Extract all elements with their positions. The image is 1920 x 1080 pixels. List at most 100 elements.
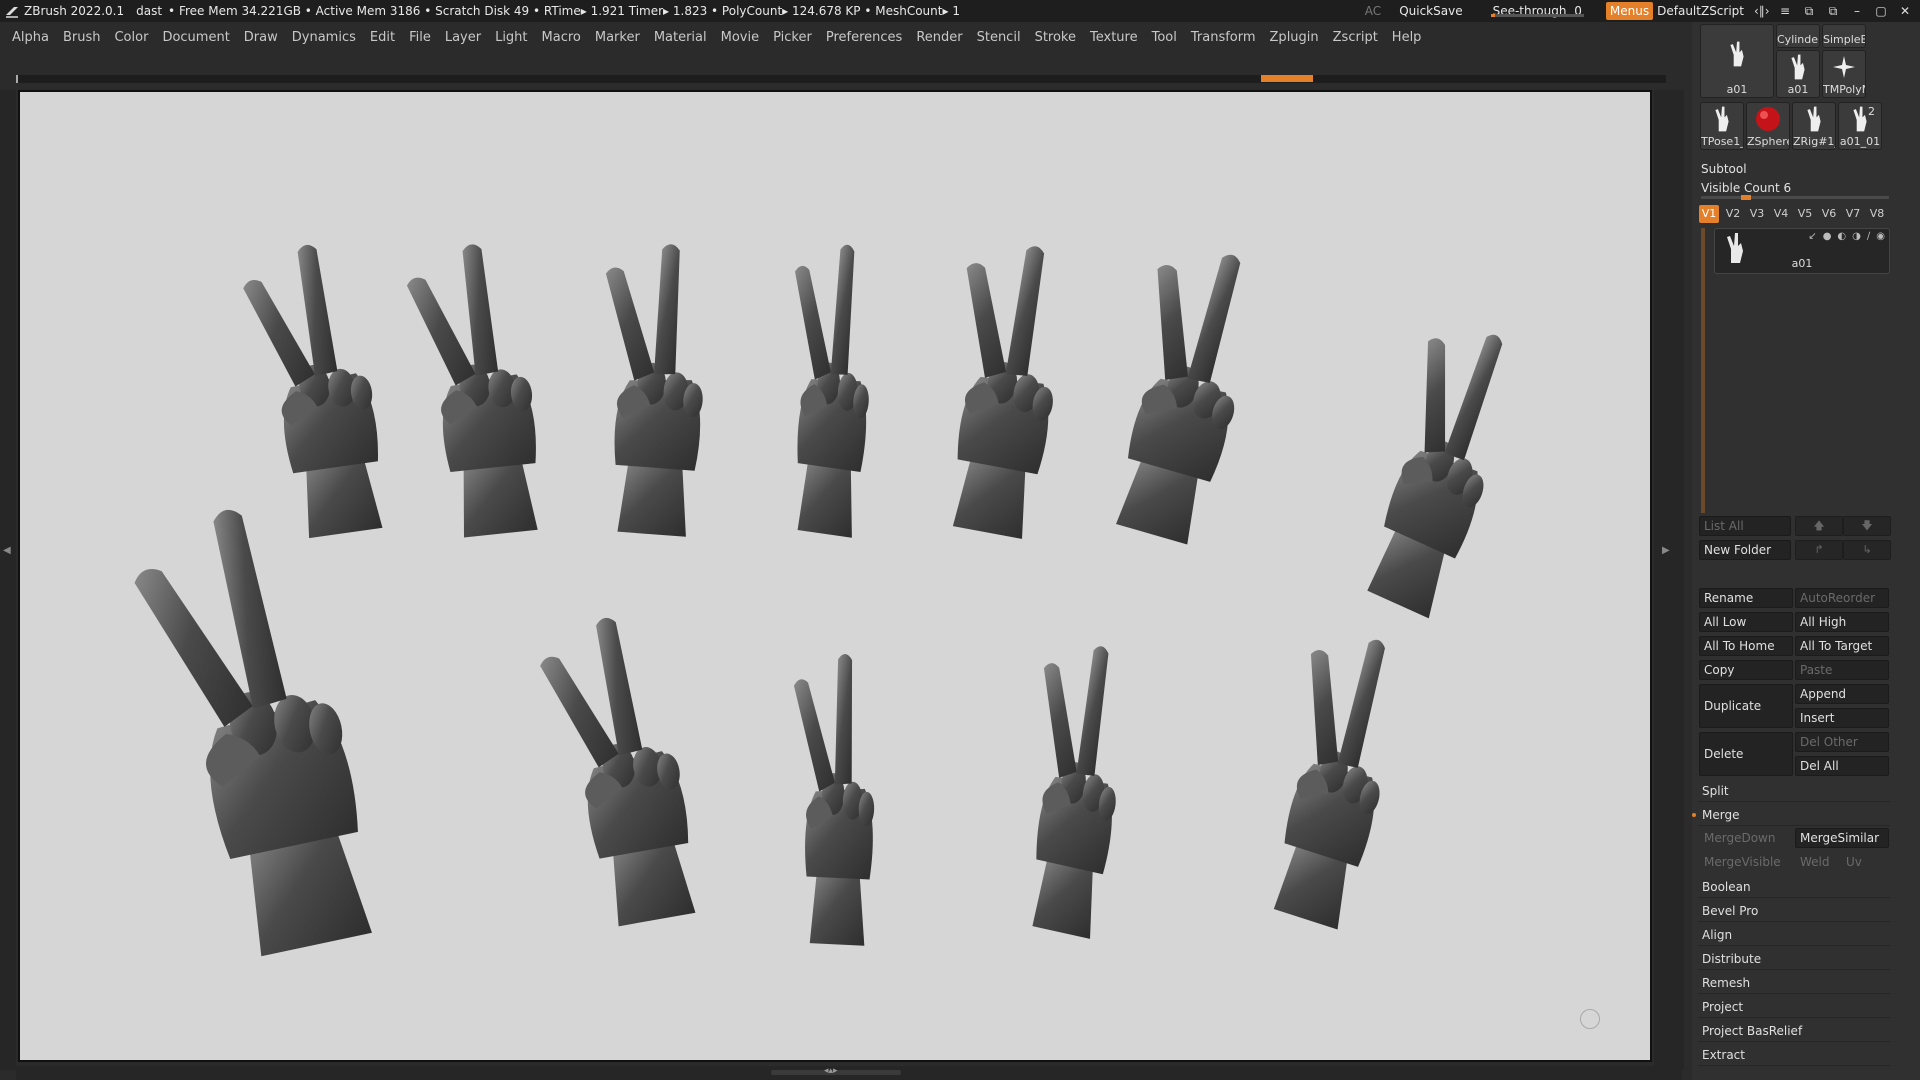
- left-tray[interactable]: ◀: [0, 90, 16, 1070]
- menu-layer[interactable]: Layer: [445, 30, 481, 45]
- tool-thumb[interactable]: SimpleB: [1822, 24, 1866, 48]
- append-button[interactable]: Append: [1795, 684, 1889, 704]
- tool-thumb[interactable]: ZRig#1_: [1792, 102, 1836, 150]
- minimize-icon[interactable]: –: [1850, 4, 1864, 19]
- expand-right-icon[interactable]: ▶: [1662, 545, 1670, 556]
- default-zscript-button[interactable]: DefaultZScript: [1657, 4, 1744, 18]
- new-folder-button[interactable]: New Folder: [1699, 540, 1791, 560]
- menu-light[interactable]: Light: [495, 30, 527, 45]
- merge-section[interactable]: Merge: [1692, 804, 1890, 826]
- mergevisible-button[interactable]: MergeVisible: [1699, 852, 1793, 872]
- all-low-button[interactable]: All Low: [1699, 612, 1793, 632]
- insert-button[interactable]: Insert: [1795, 708, 1889, 728]
- menu-draw[interactable]: Draw: [244, 30, 278, 45]
- paste-button[interactable]: Paste: [1795, 660, 1889, 680]
- section-boolean[interactable]: Boolean: [1698, 876, 1890, 898]
- all-high-button[interactable]: All High: [1795, 612, 1889, 632]
- autoreorder-button[interactable]: AutoReorder: [1795, 588, 1889, 608]
- palette-icon[interactable]: ≡: [1778, 4, 1792, 19]
- menu-preferences[interactable]: Preferences: [826, 30, 902, 45]
- menu-material[interactable]: Material: [654, 30, 707, 45]
- section-project-basrelief[interactable]: Project BasRelief: [1698, 1020, 1890, 1042]
- menu-stencil[interactable]: Stencil: [977, 30, 1021, 45]
- split-section[interactable]: Split: [1698, 780, 1890, 802]
- visible-count-slider[interactable]: Visible Count 6: [1701, 181, 1791, 195]
- tool-thumb[interactable]: a01_01 2: [1838, 102, 1882, 150]
- menu-zscript[interactable]: Zscript: [1333, 30, 1378, 45]
- view-tab-v7[interactable]: V7: [1843, 205, 1863, 223]
- section-distribute[interactable]: Distribute: [1698, 948, 1890, 970]
- document-canvas[interactable]: [18, 90, 1652, 1062]
- view-tab-v2[interactable]: V2: [1723, 205, 1743, 223]
- view-tab-v3[interactable]: V3: [1747, 205, 1767, 223]
- subtool-item[interactable]: ↙ ● ◐ ◑ ∕ ◉ a01: [1714, 228, 1890, 274]
- menu-marker[interactable]: Marker: [595, 30, 640, 45]
- menu-alpha[interactable]: Alpha: [12, 30, 49, 45]
- copy-button[interactable]: Copy: [1699, 660, 1793, 680]
- subtool-header[interactable]: Subtool: [1701, 162, 1747, 176]
- view-tab-v8[interactable]: V8: [1867, 205, 1887, 223]
- eye-icon[interactable]: ◉: [1876, 231, 1885, 242]
- menu-tool[interactable]: Tool: [1152, 30, 1177, 45]
- section-project[interactable]: Project: [1698, 996, 1890, 1018]
- menu-edit[interactable]: Edit: [370, 30, 395, 45]
- menu-texture[interactable]: Texture: [1090, 30, 1138, 45]
- subtool-scrollbar[interactable]: [1701, 228, 1705, 513]
- menus-button[interactable]: Menus: [1605, 2, 1654, 20]
- menu-color[interactable]: Color: [114, 30, 148, 45]
- rename-button[interactable]: Rename: [1699, 588, 1793, 608]
- tool-thumb[interactable]: a01: [1700, 24, 1774, 98]
- menu-zplugin[interactable]: Zplugin: [1270, 30, 1319, 45]
- uv-button[interactable]: Uv: [1841, 852, 1885, 872]
- section-remesh[interactable]: Remesh: [1698, 972, 1890, 994]
- mergedown-button[interactable]: MergeDown: [1699, 828, 1793, 848]
- menu-dynamics[interactable]: Dynamics: [292, 30, 356, 45]
- all-to-target-button[interactable]: All To Target: [1795, 636, 1889, 656]
- menu-file[interactable]: File: [409, 30, 431, 45]
- bottom-tray[interactable]: ◂▴▸: [16, 1066, 1682, 1080]
- tool-thumb[interactable]: TMPolyM: [1822, 50, 1866, 98]
- list-all-button[interactable]: List All: [1699, 516, 1791, 536]
- move-out-button[interactable]: ↳: [1843, 540, 1891, 560]
- layout-icon[interactable]: ‹∥›: [1754, 4, 1770, 19]
- section-extract[interactable]: Extract: [1698, 1044, 1890, 1066]
- brush-icon[interactable]: ∕: [1867, 231, 1870, 242]
- menu-stroke[interactable]: Stroke: [1035, 30, 1076, 45]
- polypaint-icon[interactable]: ●: [1823, 231, 1832, 242]
- right-tray-divider[interactable]: ▶: [1654, 90, 1684, 1070]
- visible-count-knob[interactable]: [1741, 195, 1751, 200]
- menu-picker[interactable]: Picker: [773, 30, 812, 45]
- restore-icon[interactable]: ▢: [1874, 4, 1888, 19]
- material-icon[interactable]: ◐: [1837, 231, 1846, 242]
- all-to-home-button[interactable]: All To Home: [1699, 636, 1793, 656]
- weld-button[interactable]: Weld: [1795, 852, 1839, 872]
- menu-help[interactable]: Help: [1392, 30, 1422, 45]
- del-all-button[interactable]: Del All: [1795, 756, 1889, 776]
- menu-movie[interactable]: Movie: [721, 30, 759, 45]
- view-tab-v4[interactable]: V4: [1771, 205, 1791, 223]
- view-tab-v6[interactable]: V6: [1819, 205, 1839, 223]
- menu-toggle-icon[interactable]: ⧉: [1826, 4, 1840, 19]
- duplicate-button[interactable]: Duplicate: [1699, 684, 1793, 728]
- tool-thumb[interactable]: TPose1_: [1700, 102, 1744, 150]
- view-tab-v5[interactable]: V5: [1795, 205, 1815, 223]
- move-down-button[interactable]: 🡇: [1843, 516, 1891, 536]
- move-in-button[interactable]: ↱: [1795, 540, 1843, 560]
- menu-render[interactable]: Render: [916, 30, 962, 45]
- visible-count-track[interactable]: [1701, 195, 1889, 200]
- del-other-button[interactable]: Del Other: [1795, 732, 1889, 752]
- expand-left-icon[interactable]: ◀: [3, 545, 11, 556]
- quicksave-button[interactable]: QuickSave: [1399, 4, 1462, 18]
- tool-thumb[interactable]: Cylinder: [1776, 24, 1820, 48]
- mergesimilar-button[interactable]: MergeSimilar: [1795, 828, 1889, 848]
- tray-toggle-icon[interactable]: ◂▴▸: [824, 1066, 838, 1076]
- lock-icon[interactable]: ◑: [1852, 231, 1861, 242]
- menu-document[interactable]: Document: [162, 30, 229, 45]
- section-align[interactable]: Align: [1698, 924, 1890, 946]
- tool-thumb[interactable]: ZSphere: [1746, 102, 1790, 150]
- see-through-slider[interactable]: See-through 0: [1489, 4, 1586, 18]
- delete-button[interactable]: Delete: [1699, 732, 1793, 776]
- folder-icon[interactable]: ↙: [1808, 231, 1816, 242]
- menu-brush[interactable]: Brush: [63, 30, 101, 45]
- section-bevel-pro[interactable]: Bevel Pro: [1698, 900, 1890, 922]
